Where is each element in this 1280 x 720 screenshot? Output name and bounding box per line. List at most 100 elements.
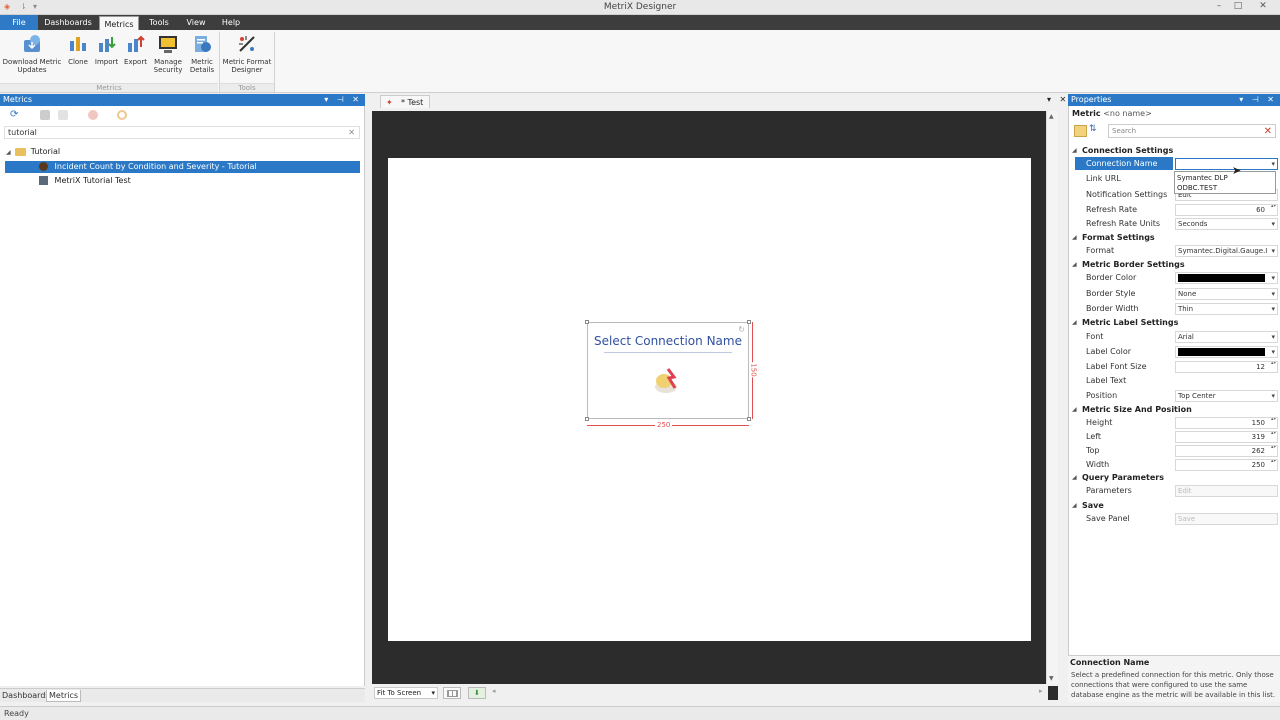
prop-font-label: Font [1086, 332, 1104, 341]
scroll-down-icon[interactable]: ▼ [1049, 675, 1054, 682]
save-panel-field[interactable]: Save [1175, 513, 1278, 525]
collapse-arrow-icon[interactable]: ◢ [1072, 502, 1077, 509]
prop-position-label: Position [1086, 391, 1118, 400]
categorized-view-icon[interactable] [1074, 125, 1087, 137]
properties-object-header: Metric <no name> [1072, 109, 1152, 118]
connection-name-dropdown[interactable] [1175, 158, 1278, 170]
refresh-rate-stepper[interactable]: 60 [1175, 204, 1278, 216]
metrics-search-input[interactable]: tutorial ✕ [4, 126, 360, 139]
clone-button[interactable]: Clone [66, 33, 90, 66]
refresh-rate-units-dropdown[interactable]: Seconds [1175, 218, 1278, 230]
import-button[interactable]: Import [94, 33, 119, 66]
widget-title: Select Connection Name [594, 334, 742, 348]
download-icon [24, 35, 40, 52]
left-panel-tabs: Dashboards Metrics [0, 688, 365, 702]
collapse-arrow-icon[interactable]: ◢ [1072, 261, 1077, 268]
scroll-right-icon[interactable]: ▸ [1039, 687, 1043, 695]
clear-search-icon[interactable]: ✕ [348, 127, 355, 139]
resize-handle[interactable] [585, 417, 589, 421]
metric-widget[interactable]: Select Connection Name ↻ [587, 322, 749, 419]
settings-icon[interactable] [117, 110, 127, 120]
width-stepper[interactable]: 250 [1175, 459, 1278, 471]
label-color-picker[interactable] [1175, 346, 1278, 358]
tab-help[interactable]: Help [219, 15, 243, 30]
label-font-size-stepper[interactable]: 12 [1175, 361, 1278, 373]
resize-handle[interactable] [747, 320, 751, 324]
scroll-up-icon[interactable]: ▲ [1049, 113, 1054, 120]
manage-security-button[interactable]: Manage Security [152, 33, 184, 74]
zoom-select[interactable]: Fit To Screen ▾ [374, 687, 438, 699]
scroll-left-icon[interactable]: ◂ [492, 687, 496, 695]
position-dropdown[interactable]: Top Center [1175, 390, 1278, 402]
delete-icon[interactable] [88, 110, 98, 120]
rotate-handle-icon[interactable]: ↻ [738, 325, 745, 334]
tab-tools[interactable]: Tools [146, 15, 172, 30]
snap-toggle-icon[interactable]: ⬇ [468, 687, 486, 699]
top-stepper[interactable]: 262 [1175, 445, 1278, 457]
border-width-dropdown[interactable]: Thin [1175, 303, 1278, 315]
grid-toggle-icon[interactable] [443, 687, 461, 699]
connection-option-symantec-dlp[interactable]: Symantec DLP [1177, 173, 1273, 183]
add-folder-icon[interactable] [40, 110, 50, 120]
width-dimension-label: 250 [655, 421, 673, 429]
vertical-scrollbar[interactable]: ▲ ▼ [1046, 111, 1058, 684]
collapse-arrow-icon[interactable]: ◢ [1072, 234, 1077, 241]
tree-item-tutorial-test[interactable]: MetriX Tutorial Test [5, 175, 360, 187]
close-window-button[interactable]: ✕ [1251, 1, 1275, 12]
refresh-icon[interactable]: ⟳ [10, 110, 20, 120]
parameters-edit-field[interactable]: Edit [1175, 485, 1278, 497]
tab-file[interactable]: File [0, 15, 38, 30]
mouse-cursor-icon: ➤ [1232, 164, 1242, 177]
metric-format-designer-button[interactable]: Metric Format Designer [222, 33, 272, 74]
prop-top-label: Top [1086, 446, 1100, 455]
export-button[interactable]: Export [123, 33, 148, 66]
panel-controls[interactable]: ▾ ⊣ ✕ [1239, 94, 1277, 106]
document-controls[interactable]: ▾ ✕ [1047, 95, 1069, 104]
left-stepper[interactable]: 319 [1175, 431, 1278, 443]
title-underline [604, 352, 732, 353]
metric-details-button[interactable]: Metric Details [188, 33, 216, 74]
collapse-arrow-icon[interactable]: ◢ [6, 149, 11, 156]
alphabetical-sort-icon[interactable]: ⇅ [1089, 124, 1097, 134]
connection-option-odbc-test[interactable]: ODBC.TEST [1177, 183, 1273, 193]
ribbon-group-metrics: Metrics [0, 83, 218, 92]
border-color-picker[interactable] [1175, 272, 1278, 284]
resize-handle[interactable] [747, 417, 751, 421]
border-style-dropdown[interactable]: None [1175, 288, 1278, 300]
collapse-arrow-icon[interactable]: ◢ [1072, 406, 1077, 413]
menu-bar: File Dashboards Metrics Tools View Help [0, 15, 1280, 30]
download-metric-updates-button[interactable]: Download Metric Updates [2, 33, 62, 74]
resize-handle[interactable] [585, 320, 589, 324]
prop-parameters-label: Parameters [1086, 486, 1132, 495]
canvas-toolbar: Fit To Screen ▾ ⬇ ◂ ▸ [372, 686, 1058, 700]
tree-item-incident-count[interactable]: Incident Count by Condition and Severity… [5, 161, 360, 173]
tab-view[interactable]: View [184, 15, 208, 30]
collapse-arrow-icon[interactable]: ◢ [1072, 319, 1077, 326]
format-dropdown[interactable]: Symantec.Digital.Gauge.I [1175, 245, 1278, 257]
edit-icon[interactable] [58, 110, 68, 120]
minimize-button[interactable]: – [1210, 1, 1228, 12]
prop-border-width-label: Border Width [1086, 304, 1139, 313]
tab-metrics-panel[interactable]: Metrics [46, 690, 82, 702]
maximize-button[interactable]: □ [1229, 1, 1247, 12]
format-designer-icon [239, 36, 255, 52]
ribbon-group-tools: Tools [220, 83, 274, 92]
tab-dashboards[interactable]: Dashboards [42, 15, 94, 30]
properties-panel-header: Properties ▾ ⊣ ✕ [1068, 94, 1280, 106]
prop-border-color-label: Border Color [1086, 273, 1137, 282]
import-icon [98, 37, 116, 52]
tab-metrics[interactable]: Metrics [99, 16, 139, 30]
collapse-arrow-icon[interactable]: ◢ [1072, 474, 1077, 481]
collapse-arrow-icon[interactable]: ◢ [1072, 147, 1077, 154]
export-icon [127, 35, 145, 52]
property-search-input[interactable]: Search ✕ [1108, 124, 1276, 138]
height-stepper[interactable]: 150 [1175, 417, 1278, 429]
tree-folder-tutorial[interactable]: ◢ Tutorial [6, 146, 206, 158]
tab-dashboards-panel[interactable]: Dashboards [0, 690, 52, 702]
clear-search-icon[interactable]: ✕ [1264, 125, 1272, 138]
chevron-down-icon: ▾ [431, 689, 435, 697]
panel-controls[interactable]: ▾ ⊣ ✕ [324, 94, 362, 106]
tab-test-document[interactable]: ✦ * Test [380, 95, 431, 108]
font-dropdown[interactable]: Arial [1175, 331, 1278, 343]
prop-notification-settings-label: Notification Settings [1086, 190, 1168, 199]
